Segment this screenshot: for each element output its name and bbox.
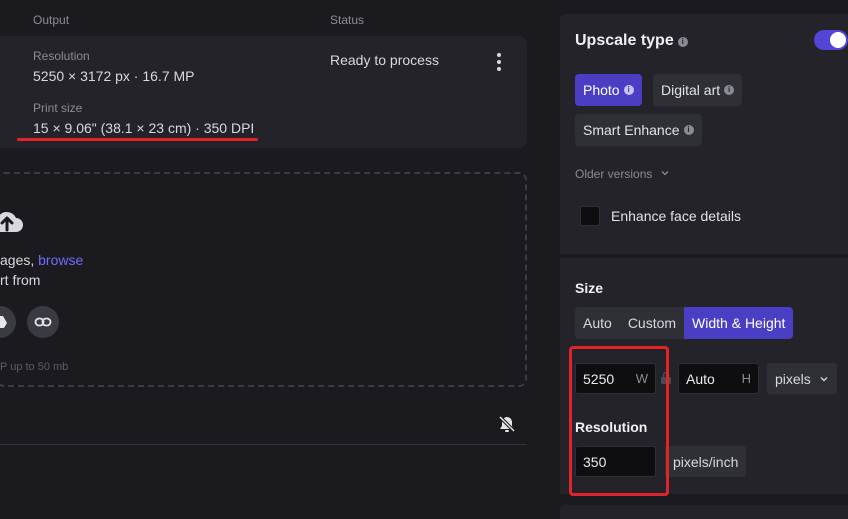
- type-photo-button[interactable]: Photo i: [575, 74, 642, 106]
- unit-value: pixels: [775, 370, 811, 387]
- divider: [0, 444, 527, 445]
- height-suffix: H: [741, 371, 751, 386]
- print-size-value: 15 × 9.06" (38.1 × 23 cm) · 350 DPI: [33, 120, 255, 136]
- resolution-value: 5250 × 3172 px · 16.7 MP: [33, 68, 195, 84]
- face-details-checkbox[interactable]: [580, 206, 600, 226]
- unit-select[interactable]: pixels: [767, 363, 837, 394]
- column-header-output: Output: [33, 13, 70, 27]
- height-value: Auto: [686, 370, 715, 387]
- older-versions-label: Older versions: [575, 167, 653, 181]
- print-size-label: Print size: [33, 101, 83, 115]
- height-input[interactable]: Auto H: [678, 363, 759, 394]
- chevron-down-icon: [661, 171, 669, 176]
- toggle-knob: [830, 32, 846, 48]
- chevron-down-icon: [820, 376, 828, 381]
- size-title: Size: [575, 280, 604, 296]
- more-options-icon[interactable]: [489, 50, 509, 74]
- upscale-type-title-text: Upscale type: [575, 32, 674, 49]
- upload-dropzone[interactable]: [0, 172, 527, 387]
- info-icon[interactable]: i: [677, 37, 688, 47]
- older-versions-toggle[interactable]: Older versions: [575, 167, 670, 181]
- type-smart-enhance-button[interactable]: Smart Enhance i: [575, 114, 702, 146]
- type-photo-label: Photo: [583, 82, 620, 98]
- notification-off-icon[interactable]: [497, 414, 517, 439]
- cloud-upload-icon: [0, 204, 24, 243]
- info-icon[interactable]: i: [623, 85, 634, 95]
- resolution-unit: pixels/inch: [665, 446, 747, 477]
- dropzone-line1: ages, browse: [0, 252, 83, 268]
- size-mode-auto[interactable]: Auto: [575, 307, 620, 339]
- type-smart-enhance-label: Smart Enhance: [583, 122, 680, 138]
- face-details-label: Enhance face details: [611, 208, 741, 224]
- upscale-type-title: Upscale type i: [575, 32, 688, 50]
- google-drive-icon: [0, 316, 7, 328]
- column-header-status: Status: [330, 13, 365, 27]
- type-digital-art-label: Digital art: [661, 82, 721, 98]
- status-text: Ready to process: [330, 52, 439, 68]
- size-mode-width-height[interactable]: Width & Height: [684, 307, 794, 339]
- upload-hint: P up to 50 mb: [0, 361, 69, 373]
- dropzone-prefix-text: ages,: [0, 252, 39, 268]
- size-mode-custom[interactable]: Custom: [620, 307, 684, 339]
- dropzone-line2: rt from: [0, 272, 41, 288]
- type-digital-art-button[interactable]: Digital art i: [653, 74, 743, 106]
- highlight-box: [569, 346, 669, 496]
- info-icon[interactable]: i: [683, 125, 694, 135]
- next-panel: [560, 505, 848, 519]
- info-icon[interactable]: i: [724, 85, 735, 95]
- resolution-label: Resolution: [33, 49, 90, 63]
- size-mode-segmented: Auto Custom Width & Height: [575, 307, 794, 339]
- link-icon: [34, 317, 52, 327]
- url-link-button[interactable]: [27, 306, 59, 338]
- print-size-highlight: [17, 138, 258, 141]
- browse-link[interactable]: browse: [38, 252, 83, 268]
- upscale-toggle[interactable]: [814, 30, 848, 50]
